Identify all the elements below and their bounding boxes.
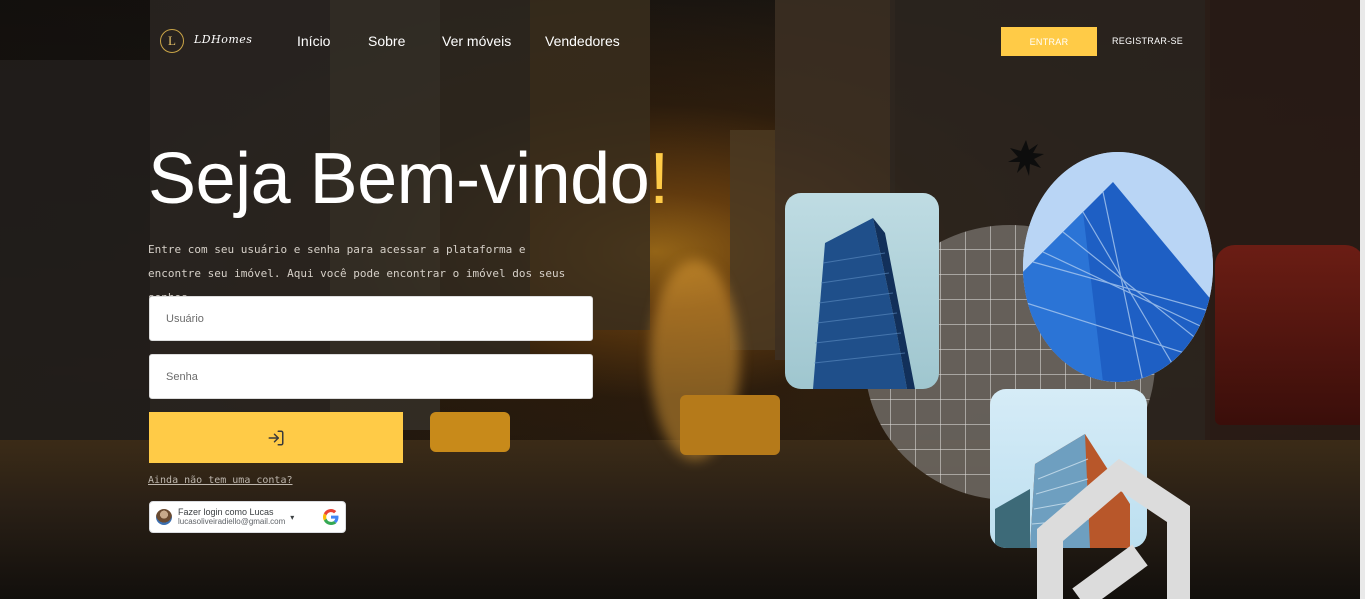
page-title: Seja Bem-vindo! <box>148 140 669 218</box>
bg-building <box>730 130 775 350</box>
scrollbar[interactable] <box>1360 0 1365 599</box>
login-icon <box>268 430 284 445</box>
google-account-info: Fazer login como Lucas lucasoliveiradiel… <box>178 507 285 527</box>
avatar <box>156 509 172 525</box>
header: L LDHomes Início Sobre Ver móveis Vended… <box>0 0 1365 82</box>
google-icon <box>323 509 339 525</box>
logo-text[interactable]: LDHomes <box>194 33 252 46</box>
google-signin-email: lucasoliveiradiello@gmail.com <box>178 517 286 526</box>
building-illustration <box>1023 152 1213 382</box>
house-outline-icon <box>1037 458 1190 599</box>
username-input[interactable] <box>166 312 576 325</box>
title-accent: ! <box>649 139 669 219</box>
nav-vendedores[interactable]: Vendedores <box>545 33 620 49</box>
password-field[interactable] <box>149 354 593 399</box>
nav-sobre[interactable]: Sobre <box>368 33 405 49</box>
nav-inicio[interactable]: Início <box>297 33 330 49</box>
title-text: Seja Bem-vindo <box>148 139 650 219</box>
google-signin-button[interactable]: Fazer login como Lucas lucasoliveiradiel… <box>149 501 346 533</box>
star-burst-icon <box>1008 140 1044 176</box>
building-illustration <box>813 218 915 389</box>
bg-taxi <box>680 395 780 455</box>
username-field[interactable] <box>149 296 593 341</box>
registrar-link[interactable]: REGISTRAR-SE <box>1112 36 1183 46</box>
nav-ver-moveis[interactable]: Ver móveis <box>442 33 511 49</box>
building-image-1 <box>785 193 939 389</box>
building-image-2 <box>1023 152 1213 382</box>
logo-icon[interactable]: L <box>160 29 184 53</box>
google-signin-label: Fazer login como Lucas <box>178 507 274 517</box>
bg-car <box>1215 245 1365 425</box>
entrar-button[interactable]: ENTRAR <box>1001 27 1097 56</box>
bg-building <box>0 60 150 480</box>
chevron-down-icon[interactable]: ▾ <box>290 513 294 522</box>
signup-link[interactable]: Ainda não tem uma conta? <box>148 475 293 486</box>
bg-taxi <box>430 412 510 452</box>
login-submit-button[interactable] <box>149 412 403 463</box>
password-input[interactable] <box>166 370 576 383</box>
